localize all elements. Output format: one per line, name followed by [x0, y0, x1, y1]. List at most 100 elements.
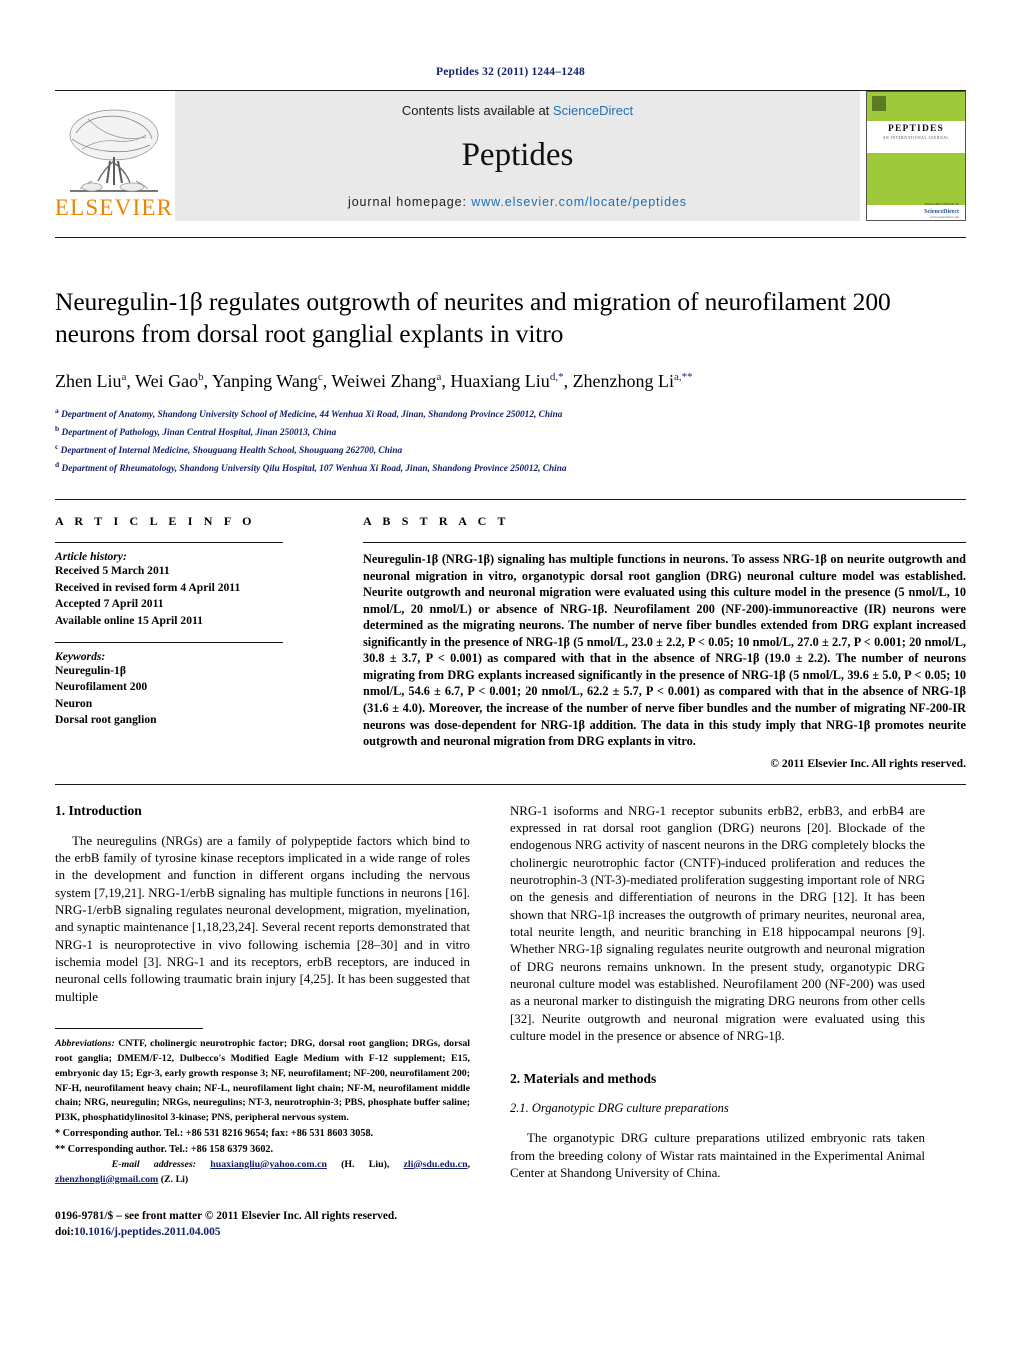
article-history-label: Article history:	[55, 550, 127, 564]
keyword-item: Neuron	[55, 696, 93, 710]
affiliation-mark: b	[55, 423, 60, 433]
cover-mid-band	[867, 153, 965, 205]
author-affil-mark: a	[436, 371, 442, 384]
doi-value[interactable]: 10.1016/j.peptides.2011.04.005	[74, 1226, 221, 1238]
elsevier-wordmark: ELSEVIER	[54, 195, 174, 220]
email-label: E-mail addresses:	[111, 1158, 197, 1170]
email-owner: (Z. Li)	[160, 1173, 189, 1185]
author-name: Weiwei Zhang	[331, 371, 437, 392]
author-affil-mark: c	[317, 371, 323, 384]
author-name: Zhenzhong Li	[572, 371, 675, 392]
section-heading-introduction: 1. Introduction	[55, 802, 142, 818]
page-title: Neuregulin-1β regulates outgrowth of neu…	[55, 287, 891, 349]
keywords-block: Keywords: Neuregulin-1β Neurofilament 20…	[55, 650, 345, 729]
body-column-left: 1. Introduction The neuregulins (NRGs) a…	[55, 803, 470, 1241]
divider	[55, 542, 283, 544]
intro-paragraph-left: The neuregulins (NRGs) are a family of p…	[55, 833, 470, 1004]
author-name: Huaxiang Liu	[450, 371, 550, 392]
author-name: Zhen Liu	[55, 371, 122, 392]
journal-homepage-line: journal homepage: www.elsevier.com/locat…	[348, 195, 687, 209]
author-name: Yanping Wang	[211, 371, 318, 392]
cover-journal-name: PEPTIDES	[887, 124, 945, 134]
article-page: Peptides 32 (2011) 1244–1248 ELSEVIER Co…	[0, 0, 1021, 1351]
email-note: E-mail addresses: huaxiangliu@yahoo.com.…	[55, 1158, 471, 1185]
keyword-item: Dorsal root ganglion	[55, 713, 157, 727]
article-info-column: A R T I C L E I N F O Article history: R…	[55, 514, 345, 769]
cover-logo-chip	[872, 96, 886, 111]
abstract-text: Neuregulin-1β (NRG-1β) signaling has mul…	[363, 552, 966, 749]
intro-paragraph-right: NRG-1 isoforms and NRG-1 receptor subuni…	[510, 803, 925, 1044]
email-link[interactable]: zhenzhongli@gmail.com	[55, 1174, 158, 1185]
footnote-divider	[55, 1028, 203, 1030]
footnote-area: Abbreviations: CNTF, cholinergic neurotr…	[55, 1028, 470, 1241]
affiliation-list: a Department of Anatomy, Shandong Univer…	[55, 405, 966, 478]
author-name: Wei Gao	[135, 371, 199, 392]
elsevier-tree-icon	[69, 109, 159, 192]
affiliation-item: c Department of Internal Medicine, Shoug…	[55, 441, 966, 459]
affiliation-item: a Department of Anatomy, Shandong Univer…	[55, 405, 966, 423]
affiliation-text: Department of Internal Medicine, Shougua…	[60, 446, 403, 457]
email-owner: (H. Liu)	[341, 1158, 387, 1170]
journal-band: Contents lists available at ScienceDirec…	[175, 91, 860, 221]
abbreviations-note: Abbreviations: CNTF, cholinergic neurotr…	[55, 1037, 470, 1126]
journal-title: Peptides	[461, 137, 574, 173]
author-affil-mark: b	[198, 371, 204, 384]
affiliation-mark: d	[55, 460, 60, 470]
doi-line: doi:10.1016/j.peptides.2011.04.005	[55, 1224, 470, 1241]
affiliation-mark: c	[55, 441, 59, 451]
affiliation-item: d Department of Rheumatology, Shandong U…	[55, 459, 966, 477]
author-item: Wei Gaob	[135, 371, 204, 391]
info-abstract-region: A R T I C L E I N F O Article history: R…	[55, 499, 966, 770]
elsevier-logo: ELSEVIER	[55, 91, 173, 221]
affiliation-text: Department of Anatomy, Shandong Universi…	[61, 409, 563, 420]
history-item: Received in revised form 4 April 2011	[55, 580, 241, 594]
cover-footer-url: www.sciencedirect.com	[930, 215, 959, 219]
author-affil-mark: d,*	[549, 371, 564, 384]
article-info-heading: A R T I C L E I N F O	[55, 514, 256, 529]
affiliation-text: Department of Rheumatology, Shandong Uni…	[61, 464, 567, 475]
contents-available-line: Contents lists available at ScienceDirec…	[402, 103, 633, 118]
divider	[55, 642, 283, 644]
history-item: Available online 15 April 2011	[55, 613, 203, 627]
author-item: Huaxiang Liud,*	[450, 371, 563, 391]
doi-label: doi:	[55, 1226, 74, 1239]
imprint-block: 0196-9781/$ – see front matter © 2011 El…	[55, 1208, 470, 1241]
affiliation-mark: a	[55, 405, 59, 415]
author-item: Zhen Liua	[55, 371, 126, 391]
section-heading-materials-and-methods: 2. Materials and methods	[510, 1071, 657, 1087]
email-link[interactable]: huaxiangliu@yahoo.com.cn	[210, 1159, 327, 1170]
abbreviations-label: Abbreviations:	[55, 1038, 115, 1050]
corresponding-author-note-2: ** Corresponding author. Tel.: +86 158 6…	[55, 1143, 274, 1155]
affiliation-item: b Department of Pathology, Jinan Central…	[55, 423, 966, 441]
author-affil-mark: a	[121, 371, 127, 384]
sciencedirect-link[interactable]: ScienceDirect	[553, 103, 633, 118]
author-item: Weiwei Zhanga	[331, 371, 441, 391]
email-link[interactable]: zli@sdu.edu.cn	[404, 1159, 468, 1170]
journal-homepage-url[interactable]: www.elsevier.com/locate/peptides	[471, 195, 687, 209]
homepage-prefix: journal homepage:	[348, 195, 472, 209]
running-head: Peptides 32 (2011) 1244–1248	[435, 66, 586, 78]
journal-masthead: ELSEVIER Contents lists available at Sci…	[55, 90, 966, 221]
abstract-heading: A B S T R A C T	[363, 514, 510, 529]
author-item: Yanping Wangc	[212, 371, 323, 391]
subsection-heading-organotypic-drg-culture: 2.1. Organotypic DRG culture preparation…	[510, 1101, 729, 1116]
keywords-label: Keywords:	[55, 650, 106, 664]
journal-cover-thumbnail: PEPTIDES AN INTERNATIONAL JOURNAL AVAILA…	[866, 91, 966, 221]
contents-prefix: Contents lists available at	[401, 103, 553, 118]
author-list: Zhen Liua, Wei Gaob, Yanping Wangc, Weiw…	[55, 371, 693, 392]
cover-journal-subtitle: AN INTERNATIONAL JOURNAL	[882, 135, 950, 140]
methods-paragraph: The organotypic DRG culture preparations…	[510, 1131, 925, 1181]
author-item: Zhenzhong Lia,**	[573, 371, 693, 391]
corresponding-author-note-1: * Corresponding author. Tel.: +86 531 82…	[55, 1128, 374, 1140]
copyright-line: © 2011 Elsevier Inc. All rights reserved…	[770, 756, 966, 770]
affiliation-text: Department of Pathology, Jinan Central H…	[61, 427, 337, 438]
keyword-item: Neuregulin-1β	[55, 664, 126, 678]
history-item: Received 5 March 2011	[55, 564, 170, 578]
abbreviations-text: CNTF, cholinergic neurotrophic factor; D…	[55, 1038, 470, 1124]
cover-footer-available: AVAILABLE ONLINE AT	[924, 202, 959, 206]
title-block: Neuregulin-1β regulates outgrowth of neu…	[55, 237, 966, 477]
divider	[363, 542, 966, 544]
body-region: 1. Introduction The neuregulins (NRGs) a…	[55, 783, 966, 1241]
abstract-column: A B S T R A C T Neuregulin-1β (NRG-1β) s…	[345, 514, 966, 770]
keyword-item: Neurofilament 200	[55, 680, 148, 694]
